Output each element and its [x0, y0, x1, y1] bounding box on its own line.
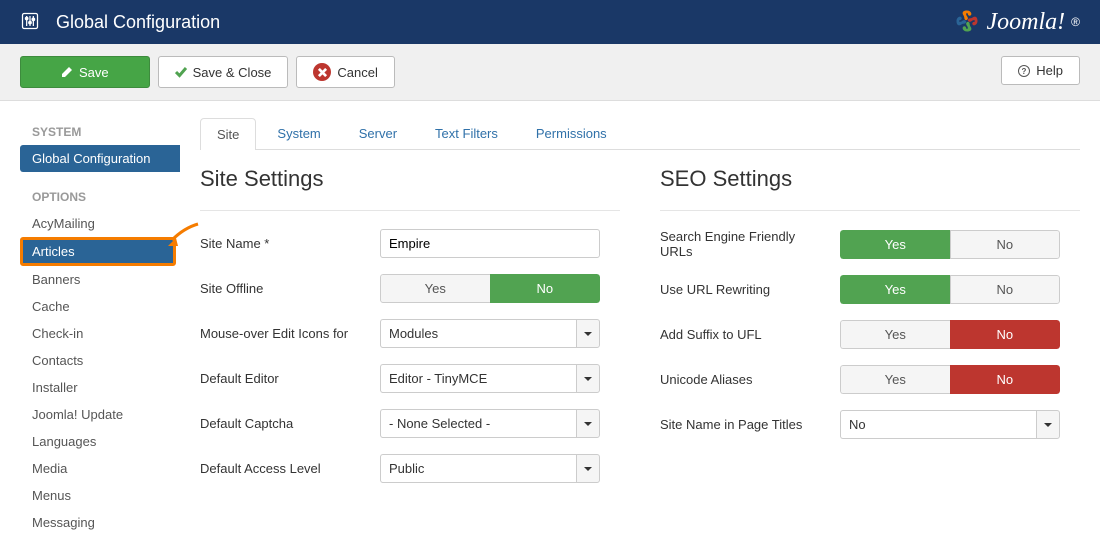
save-close-button[interactable]: Save & Close: [158, 56, 289, 88]
sef-urls-toggle[interactable]: Yes No: [840, 230, 1060, 259]
site-offline-yes[interactable]: Yes: [380, 274, 490, 303]
site-name-label: Site Name *: [200, 236, 370, 251]
toolbar: Save Save & Close Cancel ? Help: [0, 44, 1100, 101]
site-offline-label: Site Offline: [200, 281, 370, 296]
sidebar-item-global-configuration[interactable]: Global Configuration: [20, 145, 180, 172]
add-suffix-yes[interactable]: Yes: [840, 320, 950, 349]
add-suffix-toggle[interactable]: Yes No: [840, 320, 1060, 349]
site-settings-title: Site Settings: [200, 166, 620, 192]
brand: Joomla! ®: [953, 7, 1081, 38]
add-suffix-label: Add Suffix to UFL: [660, 327, 830, 342]
check-icon: [175, 66, 187, 78]
help-icon: ?: [1018, 65, 1030, 77]
site-offline-no[interactable]: No: [490, 274, 601, 303]
site-offline-toggle[interactable]: Yes No: [380, 274, 600, 303]
sidebar-item-media[interactable]: Media: [20, 455, 180, 482]
tabs: Site System Server Text Filters Permissi…: [200, 117, 1080, 150]
default-editor-label: Default Editor: [200, 371, 370, 386]
default-access-label: Default Access Level: [200, 461, 370, 476]
page-title: Global Configuration: [56, 12, 220, 33]
main-area: Site System Server Text Filters Permissi…: [180, 117, 1100, 536]
page-titles-label: Site Name in Page Titles: [660, 417, 830, 432]
sidebar-item-installer[interactable]: Installer: [20, 374, 180, 401]
seo-settings-section: SEO Settings Search Engine Friendly URLs…: [660, 166, 1080, 499]
sidebar-item-articles[interactable]: Articles: [20, 237, 176, 266]
tab-site[interactable]: Site: [200, 118, 256, 150]
url-rewriting-label: Use URL Rewriting: [660, 282, 830, 297]
tab-text-filters[interactable]: Text Filters: [418, 117, 515, 149]
help-button[interactable]: ? Help: [1001, 56, 1080, 85]
sidebar-heading-options: OPTIONS: [20, 182, 180, 210]
url-rewriting-toggle[interactable]: Yes No: [840, 275, 1060, 304]
sidebar-heading-system: SYSTEM: [20, 117, 180, 145]
svg-text:?: ?: [1022, 67, 1027, 76]
default-editor-select[interactable]: Editor - TinyMCE: [380, 364, 600, 393]
tab-system[interactable]: System: [260, 117, 337, 149]
joomla-logo-icon: [953, 7, 981, 38]
tab-permissions[interactable]: Permissions: [519, 117, 624, 149]
default-access-select[interactable]: Public: [380, 454, 600, 483]
sidebar-item-cache[interactable]: Cache: [20, 293, 180, 320]
brand-text: Joomla!: [987, 9, 1066, 36]
site-name-input[interactable]: [380, 229, 600, 258]
page-titles-select[interactable]: No: [840, 410, 1060, 439]
sef-urls-label: Search Engine Friendly URLs: [660, 229, 830, 259]
sidebar-item-banners[interactable]: Banners: [20, 266, 180, 293]
chevron-down-icon[interactable]: [576, 409, 600, 438]
sidebar-item-contacts[interactable]: Contacts: [20, 347, 180, 374]
url-rewriting-no[interactable]: No: [950, 275, 1061, 304]
add-suffix-no[interactable]: No: [950, 320, 1061, 349]
seo-settings-title: SEO Settings: [660, 166, 1080, 192]
mouse-over-select[interactable]: Modules: [380, 319, 600, 348]
sidebar-item-languages[interactable]: Languages: [20, 428, 180, 455]
close-icon: [313, 63, 331, 81]
url-rewriting-yes[interactable]: Yes: [840, 275, 950, 304]
chevron-down-icon[interactable]: [576, 319, 600, 348]
sef-urls-no[interactable]: No: [950, 230, 1061, 259]
chevron-down-icon[interactable]: [1036, 410, 1060, 439]
chevron-down-icon[interactable]: [576, 454, 600, 483]
cancel-button[interactable]: Cancel: [296, 56, 394, 88]
save-button[interactable]: Save: [20, 56, 150, 88]
default-captcha-select[interactable]: - None Selected -: [380, 409, 600, 438]
site-settings-section: Site Settings Site Name * Site Offline Y…: [200, 166, 620, 499]
chevron-down-icon[interactable]: [576, 364, 600, 393]
topbar: Global Configuration Joomla! ®: [0, 0, 1100, 44]
unicode-no[interactable]: No: [950, 365, 1061, 394]
unicode-toggle[interactable]: Yes No: [840, 365, 1060, 394]
sef-urls-yes[interactable]: Yes: [840, 230, 950, 259]
default-captcha-label: Default Captcha: [200, 416, 370, 431]
sidebar-item-acymailing[interactable]: AcyMailing: [20, 210, 180, 237]
sidebar-item-messaging[interactable]: Messaging: [20, 509, 180, 536]
sidebar-item-check-in[interactable]: Check-in: [20, 320, 180, 347]
tab-server[interactable]: Server: [342, 117, 414, 149]
sidebar: SYSTEM Global Configuration OPTIONS AcyM…: [0, 117, 180, 536]
unicode-yes[interactable]: Yes: [840, 365, 950, 394]
sliders-icon: [20, 11, 40, 34]
unicode-label: Unicode Aliases: [660, 372, 830, 387]
mouse-over-label: Mouse-over Edit Icons for: [200, 326, 370, 341]
apply-icon: [61, 66, 73, 78]
sidebar-item-joomla-update[interactable]: Joomla! Update: [20, 401, 180, 428]
